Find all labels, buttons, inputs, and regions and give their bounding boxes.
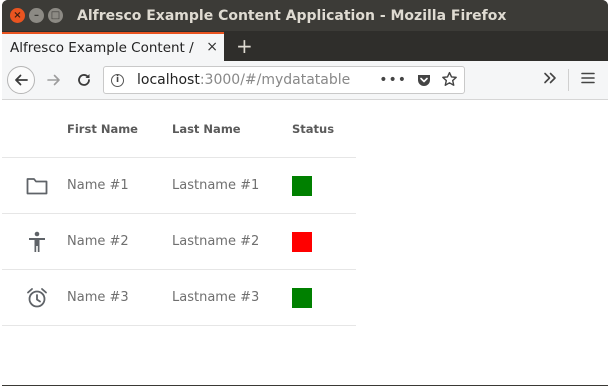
overflow-chevron-icon[interactable] bbox=[542, 70, 558, 86]
window-close-button[interactable]: × bbox=[10, 8, 25, 23]
toolbar-separator bbox=[568, 69, 569, 91]
back-button[interactable] bbox=[7, 66, 35, 94]
reload-button[interactable] bbox=[73, 69, 95, 91]
reload-icon bbox=[78, 74, 90, 86]
pocket-icon[interactable] bbox=[416, 72, 432, 88]
star-icon[interactable] bbox=[441, 71, 458, 88]
row-icon-cell bbox=[2, 177, 67, 195]
window-maximize-button[interactable]: □ bbox=[48, 8, 63, 23]
accessibility-icon bbox=[28, 231, 45, 252]
cell-last-name: Lastname #1 bbox=[172, 178, 260, 193]
table-row[interactable]: Name #3 Lastname #3 bbox=[2, 270, 356, 326]
browser-window: × – □ Alfresco Example Content Applicati… bbox=[2, 0, 608, 386]
cell-first-name: Name #3 bbox=[67, 290, 129, 305]
row-icon-cell bbox=[2, 287, 67, 309]
url-host: localhost bbox=[137, 72, 200, 88]
title-bar: × – □ Alfresco Example Content Applicati… bbox=[2, 0, 608, 31]
cell-first-name: Name #1 bbox=[67, 178, 129, 193]
window-minimize-button[interactable]: – bbox=[29, 8, 44, 23]
cell-first-name: Name #2 bbox=[67, 234, 129, 249]
row-icon-cell bbox=[2, 231, 67, 253]
url-text[interactable]: localhost:3000/#/mydatatable bbox=[137, 72, 350, 88]
tab-close-icon[interactable]: × bbox=[206, 39, 218, 55]
tab-strip: Alfresco Example Content / × + bbox=[2, 31, 608, 61]
header-last-name[interactable]: Last Name bbox=[172, 122, 292, 136]
table-header: First Name Last Name Status bbox=[2, 100, 356, 158]
arrow-left-icon bbox=[15, 74, 28, 86]
cell-status bbox=[292, 287, 352, 308]
window-title: Alfresco Example Content Application - M… bbox=[77, 7, 507, 24]
status-indicator bbox=[292, 231, 312, 252]
alarm-icon bbox=[26, 287, 47, 307]
tab-active[interactable]: Alfresco Example Content / × bbox=[2, 32, 224, 61]
cell-last-name: Lastname #3 bbox=[172, 290, 260, 305]
status-indicator bbox=[292, 287, 312, 308]
header-first-name[interactable]: First Name bbox=[67, 122, 172, 136]
window-controls: × – □ bbox=[10, 8, 63, 23]
hamburger-menu-icon[interactable] bbox=[580, 70, 596, 86]
table-row[interactable]: Name #1 Lastname #1 bbox=[2, 158, 356, 214]
folder-icon bbox=[26, 177, 47, 194]
status-indicator bbox=[292, 175, 312, 196]
new-tab-button[interactable]: + bbox=[236, 34, 253, 58]
header-status[interactable]: Status bbox=[292, 122, 352, 136]
cell-last-name: Lastname #2 bbox=[172, 234, 260, 249]
url-actions: ••• bbox=[379, 71, 458, 88]
page-content: First Name Last Name Status Name #1 Last… bbox=[2, 100, 608, 385]
url-bar[interactable]: i localhost:3000/#/mydatatable ••• bbox=[103, 66, 465, 94]
cell-status bbox=[292, 231, 352, 252]
table-row[interactable]: Name #2 Lastname #2 bbox=[2, 214, 356, 270]
arrow-right-icon bbox=[47, 74, 60, 86]
page-actions-icon[interactable]: ••• bbox=[379, 72, 407, 88]
cell-status bbox=[292, 175, 352, 196]
forward-button[interactable] bbox=[43, 69, 65, 91]
info-icon[interactable]: i bbox=[111, 73, 124, 87]
data-table: First Name Last Name Status Name #1 Last… bbox=[2, 100, 356, 326]
navigation-bar: i localhost:3000/#/mydatatable ••• bbox=[2, 61, 608, 100]
url-path: :3000/#/mydatatable bbox=[199, 72, 351, 88]
tab-label: Alfresco Example Content / bbox=[10, 39, 194, 56]
